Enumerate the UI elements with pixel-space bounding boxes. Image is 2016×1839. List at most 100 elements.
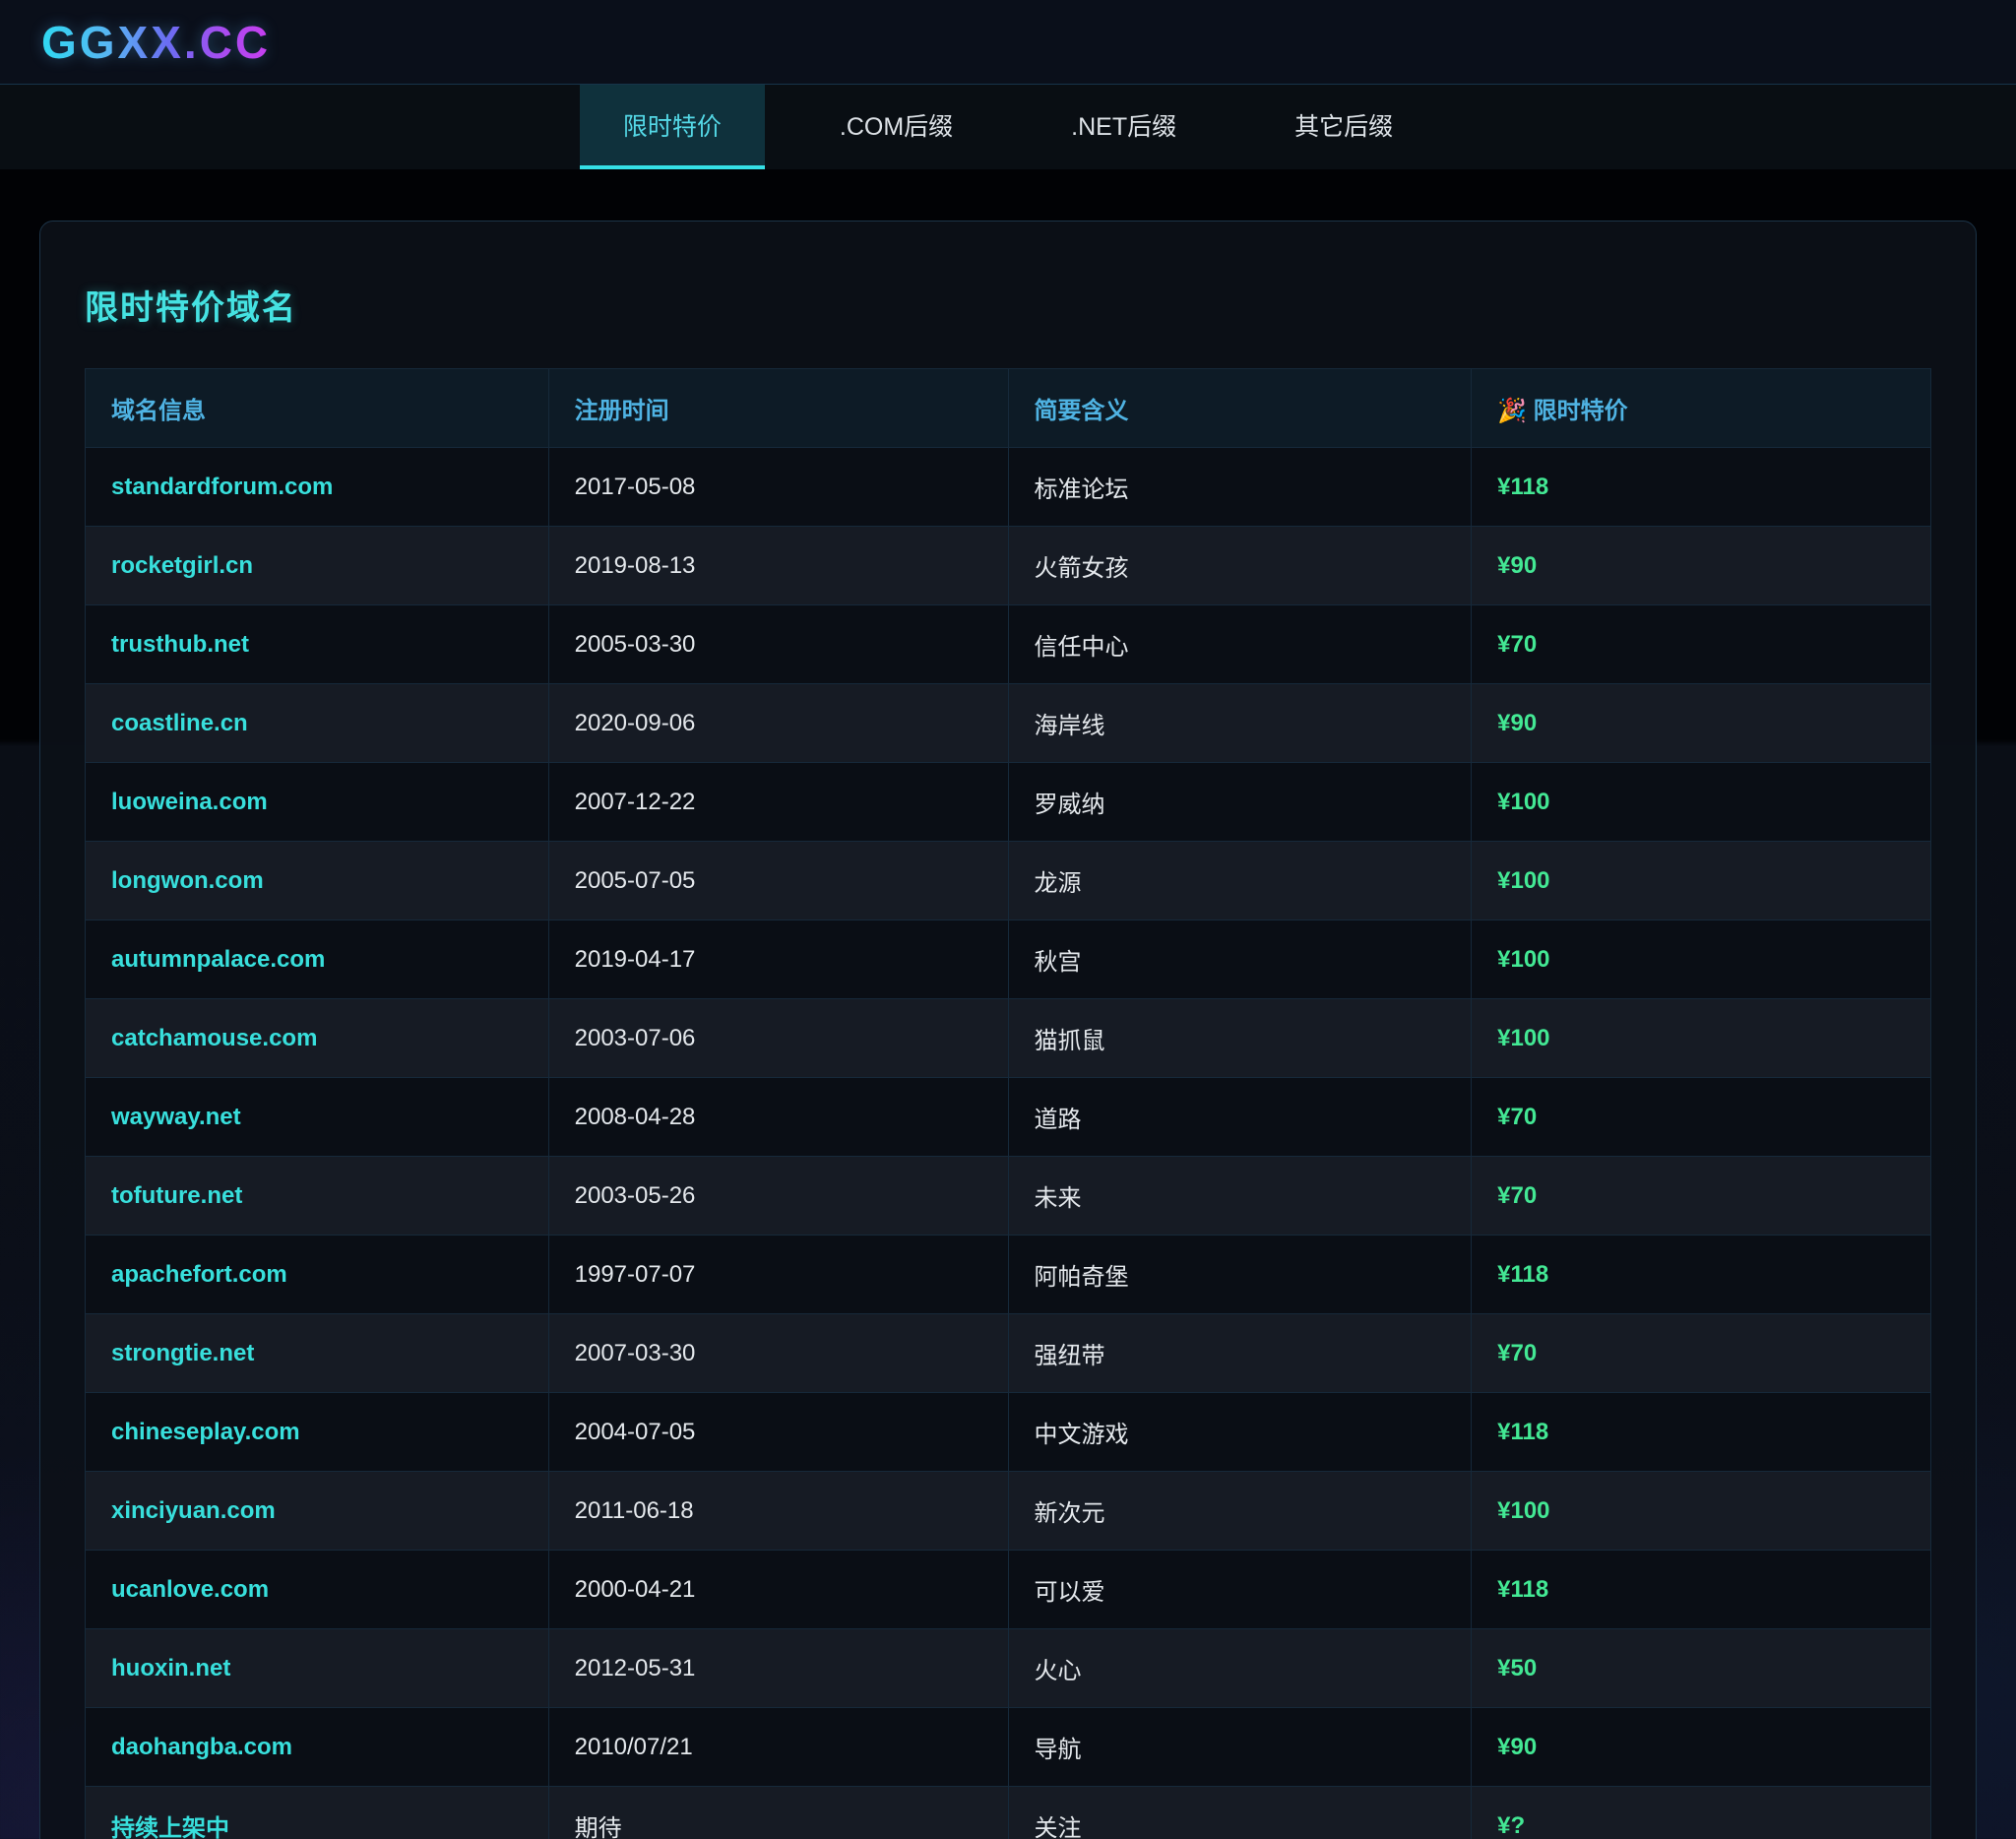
domains-table: 域名信息注册时间简要含义🎉 限时特价 standardforum.com 201… bbox=[85, 368, 1931, 1839]
domain-cell[interactable]: chineseplay.com bbox=[86, 1393, 549, 1472]
nav-tab-label: .COM后缀 bbox=[840, 107, 953, 143]
price-cell: ¥118 bbox=[1472, 1236, 1931, 1314]
meaning-cell: 可以爱 bbox=[1008, 1551, 1472, 1629]
price-cell: ¥90 bbox=[1472, 1708, 1931, 1787]
meaning-cell: 罗威纳 bbox=[1008, 763, 1472, 842]
date-cell: 2010/07/21 bbox=[548, 1708, 1008, 1787]
table-row: 持续上架中 期待 关注 ¥? bbox=[86, 1787, 1931, 1839]
table-body: standardforum.com 2017-05-08 标准论坛 ¥118 r… bbox=[86, 448, 1931, 1839]
nav-tab-label: 限时特价 bbox=[623, 107, 722, 143]
site-logo[interactable]: GGXX.CC bbox=[41, 16, 271, 69]
table-header: 域名信息注册时间简要含义🎉 限时特价 bbox=[86, 369, 1931, 448]
table-header-row: 域名信息注册时间简要含义🎉 限时特价 bbox=[86, 369, 1931, 448]
domain-cell[interactable]: autumnpalace.com bbox=[86, 920, 549, 999]
table-row: standardforum.com 2017-05-08 标准论坛 ¥118 bbox=[86, 448, 1931, 527]
date-cell: 2012-05-31 bbox=[548, 1629, 1008, 1708]
domain-cell[interactable]: xinciyuan.com bbox=[86, 1472, 549, 1551]
domain-cell[interactable]: wayway.net bbox=[86, 1078, 549, 1157]
nav-tab[interactable]: 其它后缀 bbox=[1251, 85, 1436, 169]
table-row: apachefort.com 1997-07-07 阿帕奇堡 ¥118 bbox=[86, 1236, 1931, 1314]
domain-cell[interactable]: ucanlove.com bbox=[86, 1551, 549, 1629]
date-cell: 2003-05-26 bbox=[548, 1157, 1008, 1236]
meaning-cell: 关注 bbox=[1008, 1787, 1472, 1839]
nav-tab[interactable]: .NET后缀 bbox=[1028, 85, 1220, 169]
page-title: 限时特价域名 bbox=[85, 281, 1931, 329]
date-cell: 2003-07-06 bbox=[548, 999, 1008, 1078]
table-row: trusthub.net 2005-03-30 信任中心 ¥70 bbox=[86, 605, 1931, 684]
meaning-cell: 阿帕奇堡 bbox=[1008, 1236, 1472, 1314]
domain-cell[interactable]: strongtie.net bbox=[86, 1314, 549, 1393]
domain-cell[interactable]: longwon.com bbox=[86, 842, 549, 920]
meaning-cell: 新次元 bbox=[1008, 1472, 1472, 1551]
meaning-cell: 猫抓鼠 bbox=[1008, 999, 1472, 1078]
meaning-cell: 道路 bbox=[1008, 1078, 1472, 1157]
price-cell: ¥100 bbox=[1472, 999, 1931, 1078]
date-cell: 2011-06-18 bbox=[548, 1472, 1008, 1551]
nav-tab-label: 其它后缀 bbox=[1294, 107, 1393, 143]
domain-cell[interactable]: standardforum.com bbox=[86, 448, 549, 527]
domain-cell[interactable]: daohangba.com bbox=[86, 1708, 549, 1787]
domain-cell[interactable]: catchamouse.com bbox=[86, 999, 549, 1078]
table-row: chineseplay.com 2004-07-05 中文游戏 ¥118 bbox=[86, 1393, 1931, 1472]
meaning-cell: 火箭女孩 bbox=[1008, 527, 1472, 605]
table-row: coastline.cn 2020-09-06 海岸线 ¥90 bbox=[86, 684, 1931, 763]
date-cell: 期待 bbox=[548, 1787, 1008, 1839]
table-row: autumnpalace.com 2019-04-17 秋宫 ¥100 bbox=[86, 920, 1931, 999]
price-cell: ¥100 bbox=[1472, 842, 1931, 920]
date-cell: 2005-03-30 bbox=[548, 605, 1008, 684]
content-area: 限时特价域名 域名信息注册时间简要含义🎉 限时特价 standardforum.… bbox=[0, 221, 2016, 1839]
date-cell: 2007-03-30 bbox=[548, 1314, 1008, 1393]
price-cell: ¥118 bbox=[1472, 448, 1931, 527]
date-cell: 2020-09-06 bbox=[548, 684, 1008, 763]
meaning-cell: 龙源 bbox=[1008, 842, 1472, 920]
table-row: wayway.net 2008-04-28 道路 ¥70 bbox=[86, 1078, 1931, 1157]
meaning-cell: 秋宫 bbox=[1008, 920, 1472, 999]
table-row: strongtie.net 2007-03-30 强纽带 ¥70 bbox=[86, 1314, 1931, 1393]
price-cell: ¥70 bbox=[1472, 1078, 1931, 1157]
table-header-cell: 简要含义 bbox=[1008, 369, 1472, 448]
date-cell: 2019-04-17 bbox=[548, 920, 1008, 999]
date-cell: 2005-07-05 bbox=[548, 842, 1008, 920]
price-cell: ¥70 bbox=[1472, 605, 1931, 684]
domain-cell[interactable]: apachefort.com bbox=[86, 1236, 549, 1314]
price-cell: ¥70 bbox=[1472, 1314, 1931, 1393]
table-row: xinciyuan.com 2011-06-18 新次元 ¥100 bbox=[86, 1472, 1931, 1551]
date-cell: 1997-07-07 bbox=[548, 1236, 1008, 1314]
topbar: GGXX.CC bbox=[0, 0, 2016, 85]
domain-cell[interactable]: luoweina.com bbox=[86, 763, 549, 842]
meaning-cell: 海岸线 bbox=[1008, 684, 1472, 763]
domain-cell[interactable]: 持续上架中 bbox=[86, 1787, 549, 1839]
special-offers-card: 限时特价域名 域名信息注册时间简要含义🎉 限时特价 standardforum.… bbox=[39, 221, 1977, 1839]
table-row: rocketgirl.cn 2019-08-13 火箭女孩 ¥90 bbox=[86, 527, 1931, 605]
domain-cell[interactable]: coastline.cn bbox=[86, 684, 549, 763]
meaning-cell: 中文游戏 bbox=[1008, 1393, 1472, 1472]
domain-cell[interactable]: rocketgirl.cn bbox=[86, 527, 549, 605]
price-cell: ¥118 bbox=[1472, 1393, 1931, 1472]
domain-cell[interactable]: huoxin.net bbox=[86, 1629, 549, 1708]
meaning-cell: 强纽带 bbox=[1008, 1314, 1472, 1393]
table-row: tofuture.net 2003-05-26 未来 ¥70 bbox=[86, 1157, 1931, 1236]
price-cell: ¥? bbox=[1472, 1787, 1931, 1839]
price-cell: ¥50 bbox=[1472, 1629, 1931, 1708]
date-cell: 2007-12-22 bbox=[548, 763, 1008, 842]
table-header-cell: 注册时间 bbox=[548, 369, 1008, 448]
nav-tab-label: .NET后缀 bbox=[1071, 107, 1176, 143]
domain-cell[interactable]: tofuture.net bbox=[86, 1157, 549, 1236]
price-cell: ¥90 bbox=[1472, 527, 1931, 605]
nav-tabs: 限时特价 .COM后缀 .NET后缀 其它后缀 bbox=[0, 85, 2016, 169]
date-cell: 2017-05-08 bbox=[548, 448, 1008, 527]
domain-cell[interactable]: trusthub.net bbox=[86, 605, 549, 684]
meaning-cell: 火心 bbox=[1008, 1629, 1472, 1708]
date-cell: 2019-08-13 bbox=[548, 527, 1008, 605]
table-row: huoxin.net 2012-05-31 火心 ¥50 bbox=[86, 1629, 1931, 1708]
price-cell: ¥70 bbox=[1472, 1157, 1931, 1236]
meaning-cell: 信任中心 bbox=[1008, 605, 1472, 684]
nav-tab[interactable]: 限时特价 bbox=[580, 85, 765, 169]
price-cell: ¥100 bbox=[1472, 763, 1931, 842]
table-header-cell: 🎉 限时特价 bbox=[1472, 369, 1931, 448]
table-row: catchamouse.com 2003-07-06 猫抓鼠 ¥100 bbox=[86, 999, 1931, 1078]
meaning-cell: 标准论坛 bbox=[1008, 448, 1472, 527]
meaning-cell: 未来 bbox=[1008, 1157, 1472, 1236]
table-row: ucanlove.com 2000-04-21 可以爱 ¥118 bbox=[86, 1551, 1931, 1629]
nav-tab[interactable]: .COM后缀 bbox=[796, 85, 996, 169]
